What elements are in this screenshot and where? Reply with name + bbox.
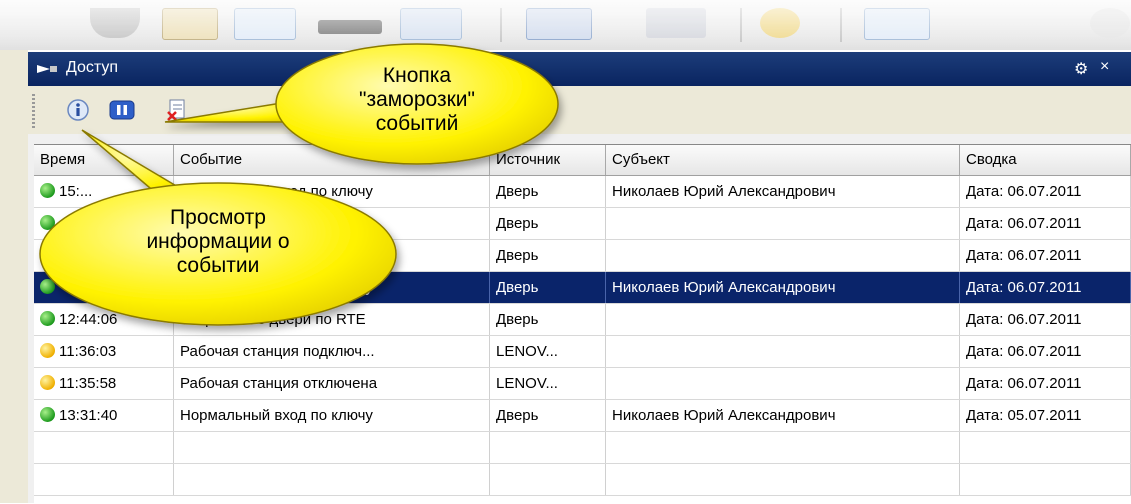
info-callout-text: Просмотр информации о событии xyxy=(80,206,356,278)
freeze-callout-text: Кнопка "заморозки" событий xyxy=(310,64,524,136)
freeze-callout-line: Кнопка xyxy=(382,64,452,87)
info-callout-line: событии xyxy=(176,254,260,277)
info-callout-line: информации о xyxy=(146,230,290,253)
freeze-callout-line: событий xyxy=(375,112,459,135)
info-callout-line: Просмотр xyxy=(170,206,266,229)
freeze-callout-line: "заморозки" xyxy=(358,88,475,111)
